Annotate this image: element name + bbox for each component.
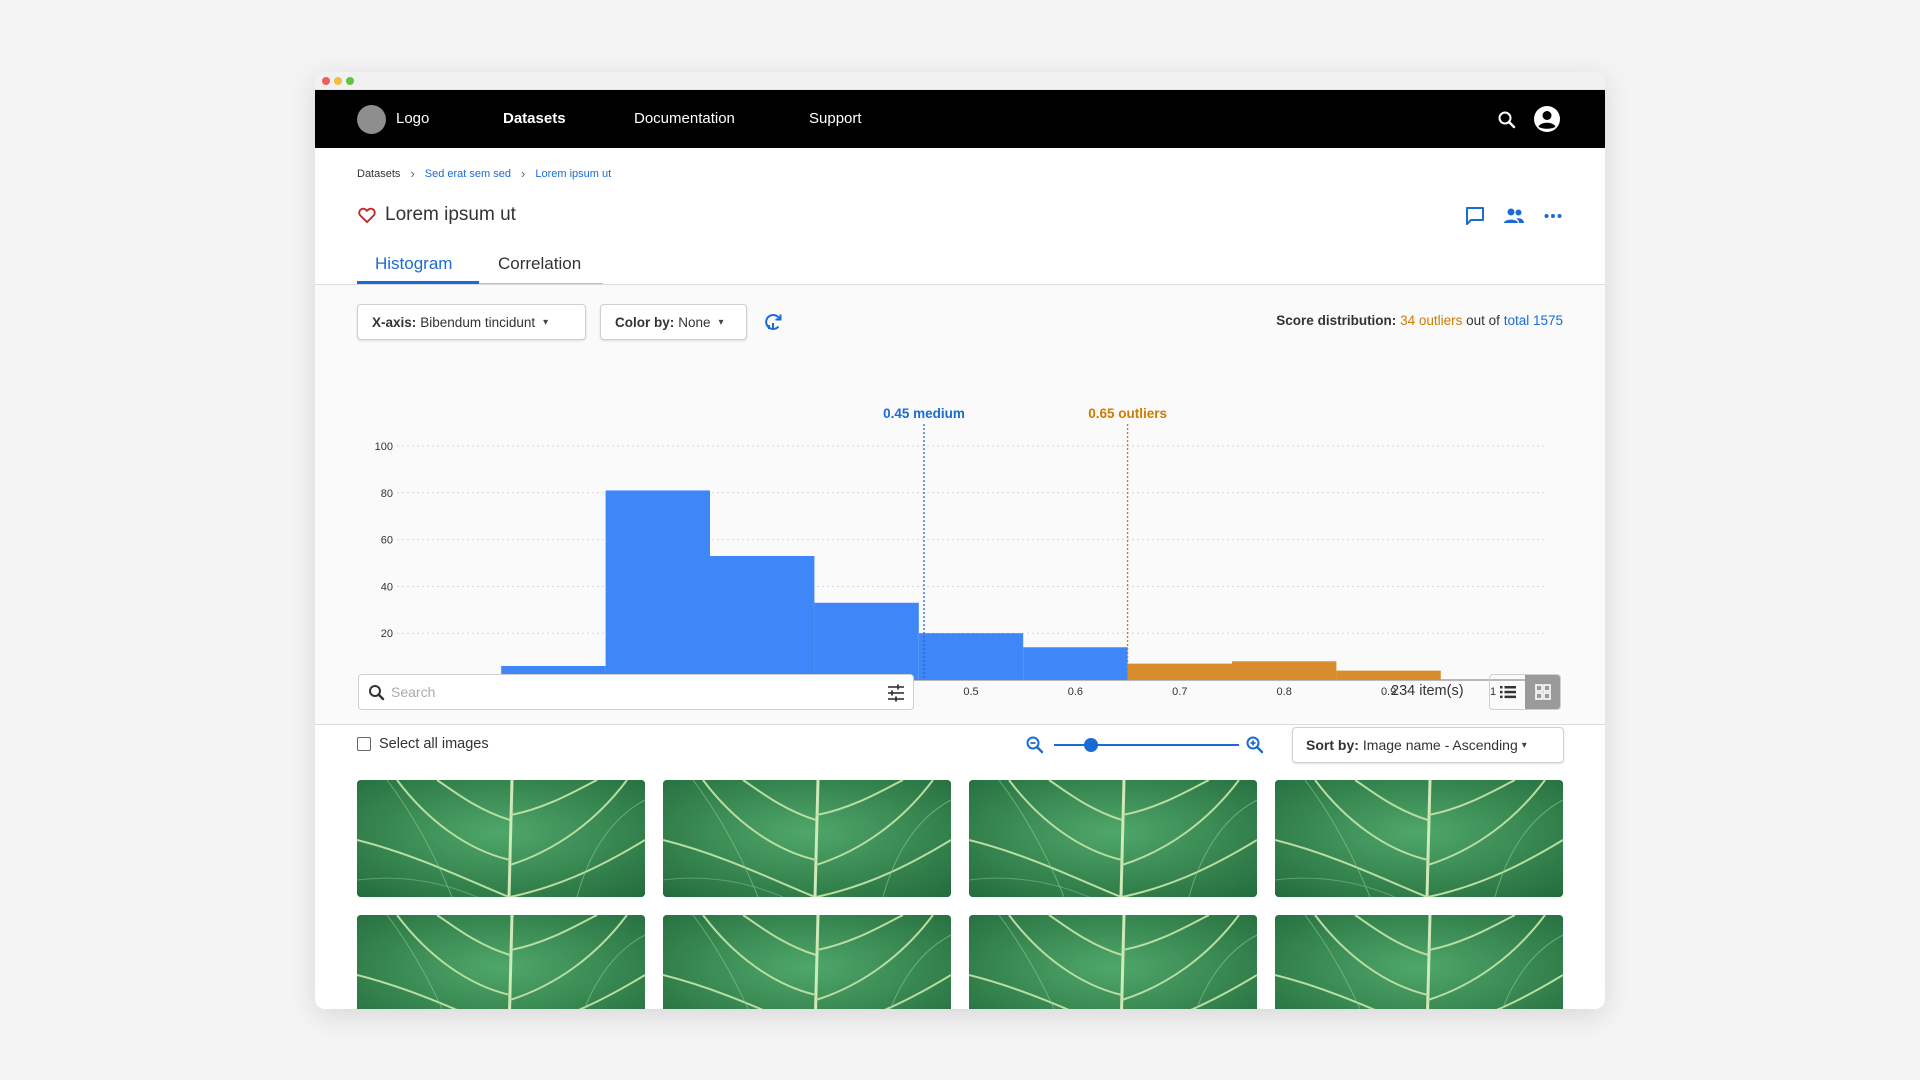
y-tick-label: 20: [381, 628, 393, 640]
colorby-dropdown[interactable]: Color by: None ▾: [600, 304, 747, 340]
window-titlebar: [315, 72, 1605, 90]
top-navbar: Logo Datasets Documentation Support: [315, 90, 1605, 148]
nav-link-support[interactable]: Support: [809, 110, 862, 127]
chevron-right-icon: ›: [520, 166, 526, 181]
colorby-label: Color by:: [615, 314, 675, 330]
xaxis-label: X-axis:: [372, 314, 417, 330]
panel-divider: [315, 724, 1605, 725]
comment-icon[interactable]: [1463, 204, 1487, 228]
zoom-slider-thumb[interactable]: [1084, 738, 1098, 752]
zoom-out-icon[interactable]: [1024, 734, 1046, 756]
xaxis-dropdown[interactable]: X-axis: Bibendum tincidunt ▾: [357, 304, 586, 340]
list-view-icon: [1499, 686, 1516, 699]
sort-value: Image name - Ascending: [1362, 737, 1518, 753]
image-thumbnail[interactable]: [357, 915, 645, 1009]
xaxis-value: Bibendum tincidunt: [420, 314, 536, 330]
marker-label: 0.65 outliers: [1088, 406, 1167, 421]
heart-icon[interactable]: [357, 205, 377, 225]
image-thumbnail[interactable]: [969, 780, 1257, 897]
page-header: Lorem ipsum ut: [357, 204, 516, 226]
histogram-bar: [918, 633, 1024, 680]
histogram-bar: [814, 602, 919, 680]
breadcrumb-item-current[interactable]: Lorem ipsum ut: [535, 168, 611, 180]
view-toggle: [1489, 674, 1561, 710]
chevron-down-icon: ▾: [1521, 739, 1527, 751]
refresh-icon[interactable]: [761, 310, 785, 334]
breadcrumb-item-parent[interactable]: Sed erat sem sed: [425, 168, 511, 180]
histogram-bar-outlier: [1232, 661, 1337, 680]
colorby-value: None: [678, 314, 711, 330]
zoom-slider-track[interactable]: [1054, 744, 1239, 746]
outliers-count[interactable]: 34 outliers: [1400, 313, 1462, 328]
grid-view-icon: [1534, 684, 1551, 700]
y-tick-label: 60: [381, 535, 393, 547]
grid-view-button[interactable]: [1525, 675, 1560, 709]
image-thumbnail[interactable]: [969, 915, 1257, 1009]
score-connector: out of: [1466, 313, 1500, 328]
histogram-bar: [710, 555, 815, 680]
logo-icon[interactable]: [357, 105, 386, 134]
total-count[interactable]: total 1575: [1504, 313, 1563, 328]
chevron-down-icon: ▾: [718, 316, 724, 328]
y-tick-label: 40: [381, 581, 393, 593]
y-tick-label: 80: [381, 488, 393, 500]
select-all-row: Select all images: [357, 736, 489, 752]
x-tick-label: 0.8: [1277, 686, 1292, 698]
image-thumbnail[interactable]: [1275, 915, 1563, 1009]
search-icon[interactable]: [1495, 108, 1519, 132]
score-distribution: Score distribution: 34 outliers out of t…: [1276, 313, 1563, 328]
marker-label: 0.45 medium: [883, 406, 965, 421]
account-icon[interactable]: [1533, 105, 1561, 133]
image-search-box: [358, 674, 914, 710]
more-options-icon[interactable]: [1541, 204, 1565, 228]
histogram-bar: [605, 490, 710, 680]
logo-label[interactable]: Logo: [396, 110, 429, 127]
nav-link-documentation[interactable]: Documentation: [634, 110, 735, 127]
x-tick-label: 0.5: [963, 686, 978, 698]
tab-correlation[interactable]: Correlation: [498, 254, 581, 284]
list-view-button[interactable]: [1490, 675, 1525, 709]
x-tick-label: 0.6: [1068, 686, 1083, 698]
close-window-dot[interactable]: [322, 77, 330, 85]
image-thumbnail[interactable]: [357, 780, 645, 897]
nav-link-datasets[interactable]: Datasets: [503, 110, 566, 127]
sort-label: Sort by:: [1306, 737, 1359, 753]
image-thumbnail[interactable]: [663, 915, 951, 1009]
sort-dropdown[interactable]: Sort by: Image name - Ascending ▾: [1292, 727, 1564, 763]
items-count: 234 item(s): [1391, 683, 1464, 699]
tab-histogram[interactable]: Histogram: [375, 254, 452, 284]
chevron-down-icon: ▾: [543, 316, 549, 328]
search-icon: [369, 685, 385, 701]
chevron-right-icon: ›: [410, 166, 415, 181]
page-title: Lorem ipsum ut: [385, 204, 516, 225]
histogram-bar: [1023, 647, 1128, 680]
breadcrumb-item-datasets[interactable]: Datasets: [357, 168, 400, 180]
select-all-checkbox[interactable]: [357, 737, 371, 751]
filter-sliders-icon[interactable]: [885, 682, 907, 704]
x-tick-label: 0.7: [1172, 686, 1187, 698]
users-icon[interactable]: [1502, 204, 1526, 228]
maximize-window-dot[interactable]: [346, 77, 354, 85]
image-thumbnail[interactable]: [1275, 780, 1563, 897]
histogram-bar-outlier: [1336, 670, 1441, 680]
image-thumbnail[interactable]: [663, 780, 951, 897]
select-all-label[interactable]: Select all images: [379, 736, 489, 752]
histogram-bar-outlier: [1127, 663, 1232, 680]
zoom-in-icon[interactable]: [1244, 734, 1266, 756]
tab-bar: Histogram Correlation: [357, 254, 603, 284]
y-tick-label: 100: [375, 441, 393, 453]
browser-window: Logo Datasets Documentation Support Data…: [315, 72, 1605, 1009]
score-label: Score distribution:: [1276, 313, 1397, 328]
search-input[interactable]: [391, 675, 861, 709]
minimize-window-dot[interactable]: [334, 77, 342, 85]
breadcrumb: Datasets › Sed erat sem sed › Lorem ipsu…: [357, 166, 611, 181]
histogram-chart: 02040608010000.10.20.30.40.50.60.70.80.9…: [375, 406, 1547, 698]
